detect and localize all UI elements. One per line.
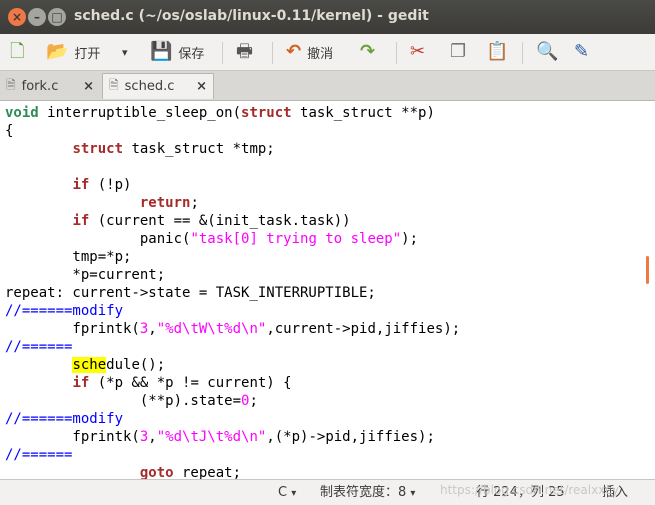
code-line: schedule(); — [72, 357, 166, 373]
copy-button[interactable]: ❐ — [450, 38, 472, 66]
document-icon: 🗎 — [109, 78, 119, 92]
code-line: fprintk(3,"%d\tJ\t%d\n",(*p)->pid,jiffie… — [5, 429, 435, 445]
clipboard-icon: 📋 — [486, 41, 509, 62]
search-icon: 🔍 — [536, 41, 559, 62]
toolbar-separator — [222, 42, 223, 64]
cut-button[interactable]: ✂ — [410, 38, 431, 66]
code-line: tmp=*p; — [5, 249, 132, 265]
code-line: *p=current; — [5, 267, 166, 283]
code-line: void interruptible_sleep_on(struct task_… — [5, 105, 435, 121]
close-tab-icon[interactable]: × — [83, 79, 94, 94]
tab-width-selector[interactable]: 制表符宽度：8 ▾ — [320, 484, 415, 501]
code-line: panic("task[0] trying to sleep"); — [5, 231, 419, 247]
watermark: https://blog.csdn.net/realxxcy — [440, 483, 619, 497]
new-document-icon: 🗋 — [10, 41, 25, 62]
redo-button[interactable]: ↷ — [360, 38, 381, 66]
close-window-button[interactable]: × — [8, 8, 26, 26]
open-button[interactable]: 📂 打开 — [46, 38, 100, 66]
document-icon: 🗎 — [6, 77, 16, 92]
code-line: if (*p && *p != current) { — [72, 375, 292, 391]
undo-button[interactable]: ↶ 撤消 — [286, 38, 333, 66]
redo-icon: ↷ — [360, 41, 376, 62]
toolbar-separator — [272, 42, 273, 64]
toolbar-separator — [396, 42, 397, 64]
tab-sched-c[interactable]: 🗎 sched.c × — [102, 73, 214, 99]
chevron-down-icon: ▾ — [410, 488, 416, 499]
toolbar: 🗋 📂 打开 ▾ 💾 保存 🖶 ↶ 撤消 ↷ ✂ ❐ 📋 🔍 ✎ — [0, 34, 655, 71]
save-icon: 💾 — [150, 41, 173, 62]
copy-icon: ❐ — [450, 41, 467, 62]
printer-icon: 🖶 — [236, 41, 253, 62]
code-line: //======modify — [5, 303, 124, 319]
open-recent-dropdown[interactable]: ▾ — [122, 38, 128, 66]
code-line: //======modify — [5, 411, 124, 427]
code-line: goto repeat; — [139, 465, 242, 479]
chevron-down-icon: ▾ — [291, 488, 297, 499]
open-label: 打开 — [74, 46, 101, 62]
find-replace-button[interactable]: ✎ — [574, 38, 595, 66]
minimize-window-button[interactable]: – — [28, 8, 46, 26]
search-highlight: sche — [72, 357, 107, 373]
code-line: //====== — [5, 339, 73, 355]
find-button[interactable]: 🔍 — [536, 38, 564, 66]
undo-label: 撤消 — [307, 46, 334, 62]
tab-label: fork.c — [21, 78, 59, 94]
new-document-button[interactable]: 🗋 — [10, 38, 30, 66]
language-selector[interactable]: C ▾ — [278, 484, 296, 501]
code-line: { — [5, 123, 14, 139]
open-folder-icon: 📂 — [46, 41, 69, 62]
tab-fork-c[interactable]: 🗎 fork.c × — [0, 73, 100, 99]
save-label: 保存 — [178, 46, 205, 62]
code-line: //====== — [5, 447, 73, 463]
scissors-icon: ✂ — [410, 41, 426, 62]
paste-button[interactable]: 📋 — [486, 38, 514, 66]
print-button[interactable]: 🖶 — [236, 38, 259, 66]
scrollbar-thumb[interactable] — [646, 256, 649, 284]
code-line: struct task_struct *tmp; — [72, 141, 275, 157]
window-title: sched.c (~/os/oslab/linux-0.11/kernel) -… — [74, 8, 429, 24]
close-tab-icon[interactable]: × — [196, 79, 207, 94]
code-line: repeat: current->state = TASK_INTERRUPTI… — [5, 285, 376, 301]
code-line: if (current == &(init_task.task)) — [72, 213, 351, 229]
toolbar-separator — [522, 42, 523, 64]
code-line: fprintk(3,"%d\tW\t%d\n",current->pid,jif… — [5, 321, 461, 337]
code-line: return; — [139, 195, 199, 211]
tab-bar: 🗎 fork.c × 🗎 sched.c × — [0, 71, 655, 101]
tab-label: sched.c — [124, 79, 175, 94]
vertical-scrollbar[interactable] — [645, 101, 655, 479]
save-button[interactable]: 💾 保存 — [150, 38, 204, 66]
code-line: (**p).state=0; — [5, 393, 258, 409]
title-bar: × – □ sched.c (~/os/oslab/linux-0.11/ker… — [0, 0, 655, 34]
maximize-window-button[interactable]: □ — [48, 8, 66, 26]
chevron-down-icon: ▾ — [122, 45, 128, 59]
replace-icon: ✎ — [574, 41, 590, 62]
code-line: if (!p) — [72, 177, 132, 193]
undo-icon: ↶ — [286, 41, 302, 62]
code-editor[interactable]: void interruptible_sleep_on(struct task_… — [0, 101, 645, 479]
